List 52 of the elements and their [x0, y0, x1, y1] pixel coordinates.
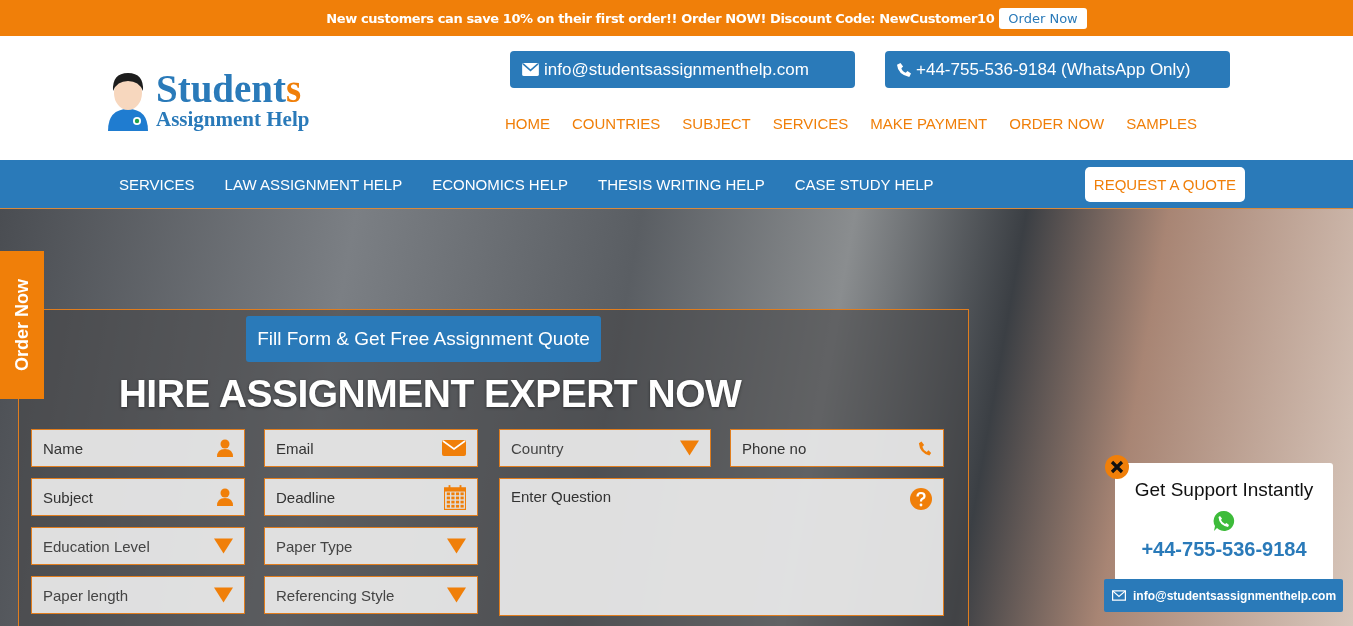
nav-link[interactable]: SERVICES [119, 175, 195, 193]
menu-link[interactable]: ORDER NOW [1009, 115, 1105, 132]
input-field[interactable]: Deadline [264, 478, 478, 516]
dropdown-field[interactable]: Country [499, 429, 711, 467]
request-quote-button[interactable]: REQUEST A QUOTE [1085, 166, 1245, 202]
menu-link[interactable]: SUBJECT [682, 115, 751, 132]
promo-text: New customers can save 10% on their first order!! Order NOW! Discount Code: NewCustomer10 [326, 10, 995, 26]
logo-title: Students [156, 70, 303, 108]
envelope-icon [1112, 590, 1126, 601]
dropdown-caret-icon [447, 538, 466, 554]
question-field[interactable]: Enter Question [499, 478, 944, 616]
dropdown-field[interactable]: Referencing Style [264, 576, 478, 614]
nav-link[interactable]: LAW ASSIGNMENT HELP [224, 175, 403, 193]
nav-link[interactable]: THESIS WRITING HELP [598, 175, 765, 193]
chat-phone-icon [1213, 510, 1235, 532]
menu-link[interactable]: SERVICES [772, 115, 849, 132]
support-title: Get Support Instantly [1134, 479, 1314, 501]
menu-link[interactable]: SAMPLES [1126, 115, 1198, 132]
phone-icon [897, 62, 911, 77]
phone-icon [918, 439, 932, 457]
menu-link[interactable]: COUNTRIES [572, 115, 661, 132]
menu-link[interactable]: MAKE PAYMENT [870, 115, 988, 132]
form-heading: HIRE ASSIGNMENT EXPERT NOW [117, 372, 743, 416]
dropdown-field[interactable]: Education Level [31, 527, 245, 565]
envelope-icon [522, 63, 539, 76]
input-field[interactable]: Email [264, 429, 478, 467]
support-email-button[interactable]: info@studentsassignmenthelp.com [1104, 579, 1343, 612]
dropdown-field[interactable]: Paper Type [264, 527, 478, 565]
input-field[interactable]: Phone no [730, 429, 944, 467]
envelope-icon [442, 440, 466, 456]
support-phone[interactable]: +44-755-536-9184 [1141, 538, 1307, 561]
calendar-icon [444, 484, 466, 510]
dropdown-field[interactable]: Paper length [31, 576, 245, 614]
dropdown-caret-icon [680, 440, 699, 456]
close-icon [1105, 455, 1129, 479]
person-icon [217, 488, 233, 506]
order-now-tab[interactable]: Order Now [0, 251, 44, 399]
phone-button[interactable]: +44-755-536-9184 (WhatsApp Only) [885, 51, 1230, 88]
input-field[interactable]: Subject [31, 478, 245, 516]
order-now-button[interactable]: Order Now [999, 7, 1087, 29]
form-banner: Fill Form & Get Free Assignment Quote [246, 316, 601, 362]
email-button[interactable]: info@studentsassignmenthelp.com [510, 51, 855, 88]
dropdown-caret-icon [214, 587, 233, 603]
menu-link[interactable]: HOME [505, 115, 550, 132]
logo-subtitle: Assignment Help [156, 108, 310, 130]
person-icon [217, 439, 233, 457]
input-field[interactable]: Name [31, 429, 245, 467]
question-icon [910, 488, 932, 510]
nav-link[interactable]: CASE STUDY HELP [794, 175, 934, 193]
dropdown-caret-icon [447, 587, 466, 603]
nav-link[interactable]: ECONOMICS HELP [432, 175, 568, 193]
dropdown-caret-icon [214, 538, 233, 554]
